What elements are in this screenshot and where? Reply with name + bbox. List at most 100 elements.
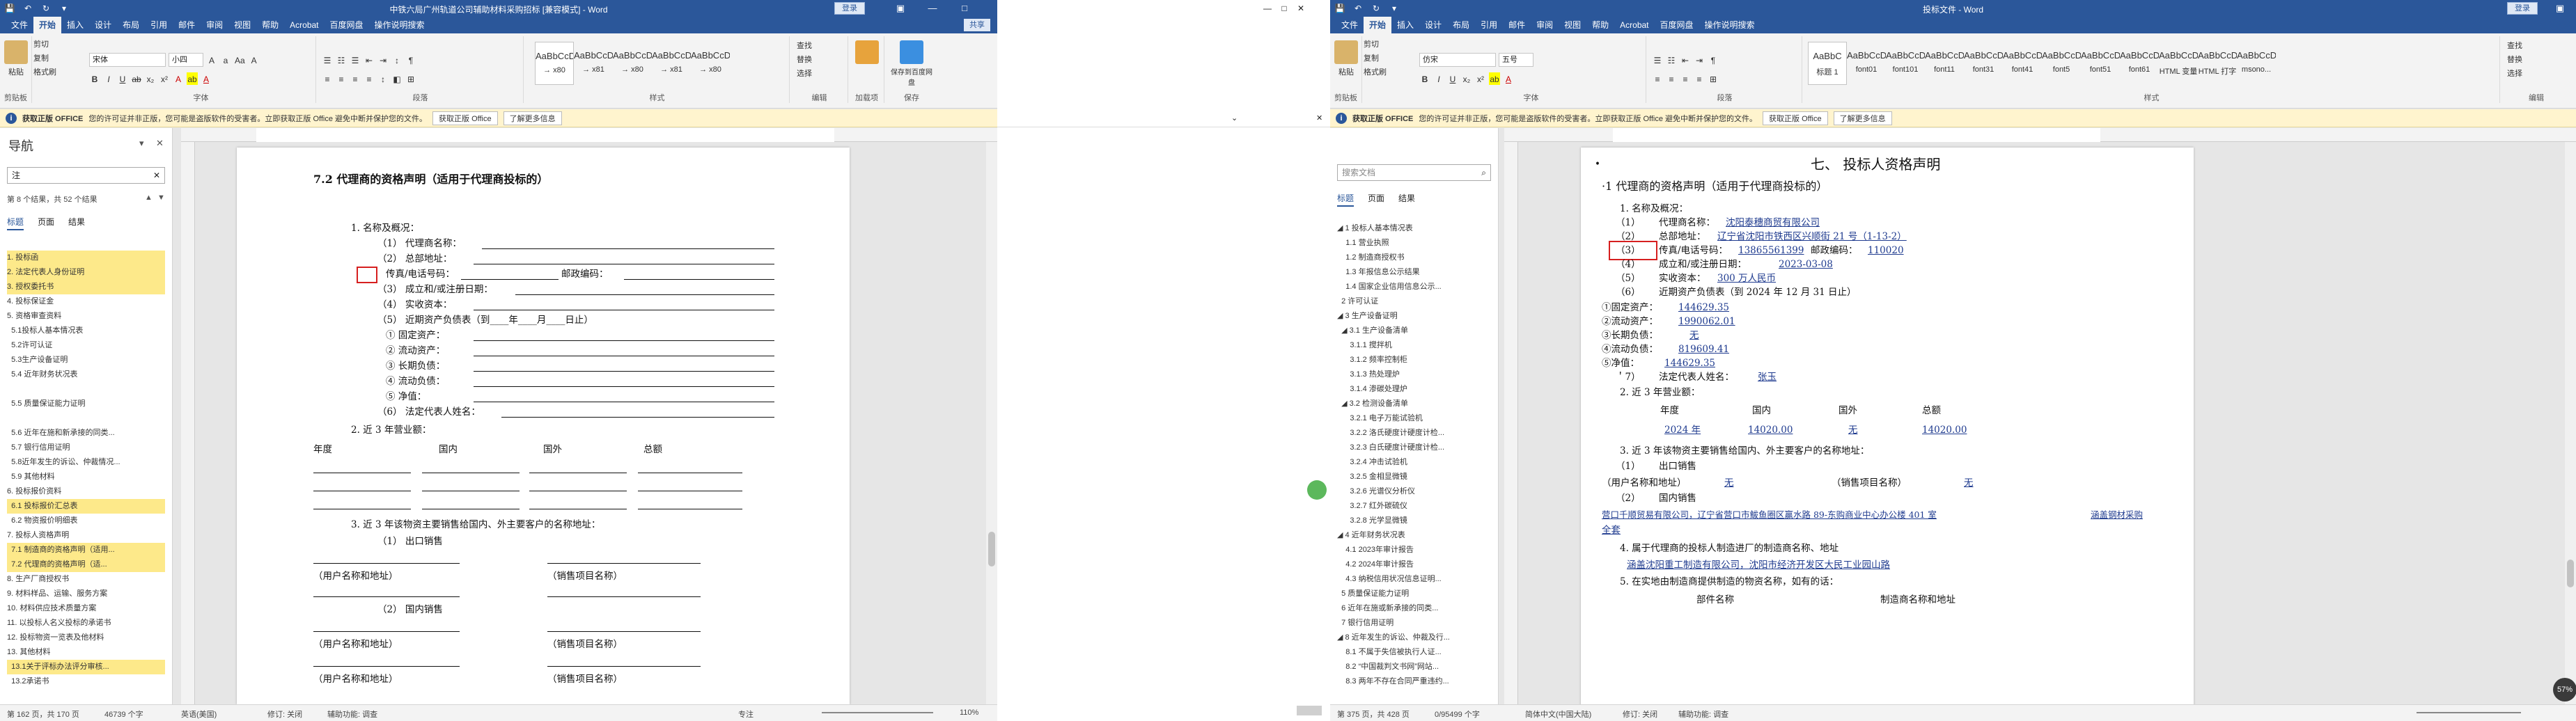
- vertical-scrollbar[interactable]: [2565, 142, 2576, 704]
- highlight-icon[interactable]: ab: [187, 72, 198, 85]
- ribbon-display-icon[interactable]: ▣: [2544, 0, 2576, 17]
- copy-button[interactable]: 复制: [1364, 52, 1414, 65]
- tab-menu-10[interactable]: Acrobat: [1614, 17, 1654, 33]
- nav-heading-item[interactable]: 13. 其他材料: [7, 645, 165, 660]
- clear-format-icon[interactable]: A: [249, 54, 260, 66]
- justify-icon[interactable]: ≡: [364, 72, 375, 85]
- line-spacing-icon[interactable]: ↕: [377, 72, 389, 85]
- nav-heading-item[interactable]: 9. 材料样品、运输、服务方案: [7, 587, 165, 601]
- superscript-icon[interactable]: x²: [159, 72, 170, 85]
- accessibility-status[interactable]: 辅助功能: 调查: [327, 708, 377, 720]
- close-icon[interactable]: ✕: [1316, 113, 1322, 122]
- nav-heading-item[interactable]: 3.2.7 红外碳硫仪: [1337, 499, 1491, 514]
- focus-mode[interactable]: 专注: [738, 708, 754, 720]
- font-size-combo[interactable]: 小四: [169, 53, 203, 67]
- justify-icon[interactable]: ≡: [1694, 72, 1705, 85]
- copy-button[interactable]: 复制: [33, 52, 84, 65]
- nav-heading-item[interactable]: 2. 法定代表人身份证明: [7, 265, 165, 280]
- italic-icon[interactable]: I: [1433, 72, 1444, 85]
- style-item[interactable]: AaBbCcDc font11: [1925, 42, 1964, 85]
- cut-button[interactable]: 剪切: [1364, 38, 1414, 52]
- nav-heading-item[interactable]: 3.1.1 搅拌机: [1337, 338, 1491, 353]
- style-item[interactable]: AaBbCcDc font51: [2081, 42, 2120, 85]
- nav-heading-item[interactable]: 6 近年在施或新承接的同类...: [1337, 601, 1491, 616]
- tab-menu-4[interactable]: 布局: [1447, 17, 1475, 33]
- nav-heading-item[interactable]: 5.7 银行信用证明: [7, 441, 165, 455]
- replace-button[interactable]: 替换: [797, 53, 812, 67]
- language[interactable]: 英语(美国): [181, 708, 217, 720]
- horizontal-ruler[interactable]: [181, 128, 997, 142]
- nav-heading-item[interactable]: 3.1.2 频率控制柜: [1337, 353, 1491, 367]
- nav-heading-item[interactable]: 10. 材料供应技术质量方案: [7, 601, 165, 616]
- learn-more-button[interactable]: 了解更多信息: [1833, 111, 1892, 125]
- zoom-badge[interactable]: 57%: [2553, 678, 2576, 702]
- nav-heading-item[interactable]: 5.6 近年在施和新承接的同类...: [7, 426, 165, 441]
- case-icon[interactable]: Aa: [234, 54, 246, 66]
- close-button[interactable]: ✕: [1293, 0, 1309, 17]
- superscript-icon[interactable]: x²: [1475, 72, 1486, 85]
- tab-menu-3[interactable]: 设计: [89, 17, 117, 33]
- login-button[interactable]: 登录: [834, 2, 865, 15]
- language[interactable]: 简体中文(中国大陆): [1525, 708, 1591, 720]
- prev-result-icon[interactable]: ▲: [145, 193, 153, 202]
- login-button[interactable]: 登录: [2507, 2, 2538, 15]
- nav-heading-item[interactable]: 3.2.2 洛氏硬度计硬度计检...: [1337, 426, 1491, 441]
- tab-menu-9[interactable]: 帮助: [1586, 17, 1614, 33]
- nav-heading-item[interactable]: 6. 投标报价资料: [7, 484, 165, 499]
- tab-menu-9[interactable]: 帮助: [256, 17, 284, 33]
- nav-heading-item[interactable]: 5.4 近年财务状况表: [7, 367, 165, 382]
- nav-heading-item[interactable]: 8. 生产厂商授权书: [7, 572, 165, 587]
- nav-heading-item[interactable]: 5.1投标人基本情况表: [7, 324, 165, 338]
- underline-icon[interactable]: U: [1447, 72, 1458, 85]
- tab-menu-12[interactable]: 操作说明搜索: [1699, 17, 1761, 33]
- align-left-icon[interactable]: ≡: [1652, 72, 1663, 85]
- font-size-combo[interactable]: 五号: [1499, 53, 1533, 67]
- tab-menu-6[interactable]: 邮件: [173, 17, 201, 33]
- nav-heading-item[interactable]: 5 质量保证能力证明: [1337, 587, 1491, 601]
- font-color-icon[interactable]: A: [1503, 72, 1514, 85]
- underline-icon[interactable]: U: [117, 72, 128, 85]
- style-item[interactable]: AaBbCcDd → x80: [613, 42, 652, 85]
- find-button[interactable]: 查找: [2507, 39, 2522, 53]
- nav-heading-item[interactable]: 1. 投标函: [7, 251, 165, 265]
- nav-heading-item[interactable]: 8.2 “中国裁判文书网”网站...: [1337, 660, 1491, 674]
- nav-heading-item[interactable]: 3. 授权委托书: [7, 280, 165, 294]
- nav-heading-item[interactable]: 2 许可认证: [1337, 294, 1491, 309]
- ribbon-display-icon[interactable]: ▣: [884, 0, 916, 17]
- bold-icon[interactable]: B: [89, 72, 100, 85]
- style-item[interactable]: AaBbCcDc font5: [2042, 42, 2081, 85]
- nav-heading-item[interactable]: 4.2 2024年审计报告: [1337, 557, 1491, 572]
- align-left-icon[interactable]: ≡: [322, 72, 333, 85]
- style-item[interactable]: AaBbCcD → x80: [535, 42, 574, 85]
- get-office-button[interactable]: 获取正版 Office: [1763, 111, 1828, 125]
- nav-heading-item[interactable]: 3.2.1 电子万能试验机: [1337, 411, 1491, 426]
- nav-heading-item[interactable]: 13.1关于评标办法评分审核...: [7, 660, 165, 674]
- style-item[interactable]: AaBbCcDc msono...: [2237, 42, 2276, 85]
- italic-icon[interactable]: I: [103, 72, 114, 85]
- multilevel-icon[interactable]: ☰: [350, 54, 361, 66]
- tab-pages[interactable]: 页面: [38, 216, 54, 230]
- format-painter-button[interactable]: 格式刷: [1364, 65, 1414, 79]
- strikethrough-icon[interactable]: ab: [131, 72, 142, 85]
- tab-menu-5[interactable]: 引用: [1475, 17, 1503, 33]
- tab-home[interactable]: 开始: [1364, 17, 1392, 33]
- select-button[interactable]: 选择: [2507, 67, 2522, 81]
- tab-headings[interactable]: 标题: [7, 216, 24, 230]
- vertical-scrollbar[interactable]: [986, 142, 997, 704]
- select-button[interactable]: 选择: [797, 67, 812, 81]
- word-count[interactable]: 46739 个字: [104, 708, 143, 720]
- paste-button[interactable]: 粘贴: [4, 40, 28, 77]
- nav-heading-item[interactable]: 12. 投标物资一览表及他材料: [7, 631, 165, 645]
- nav-search-input[interactable]: 注 ✕: [7, 167, 165, 184]
- nav-heading-item[interactable]: 13.2承诺书: [7, 674, 165, 689]
- nav-heading-item[interactable]: 6.2 物资报价明细表: [7, 514, 165, 528]
- nav-heading-item[interactable]: 3.2.3 白氏硬度计硬度计检...: [1337, 441, 1491, 455]
- baidu-save-button[interactable]: 保存到百度网盘: [889, 40, 935, 87]
- nav-heading-item[interactable]: 4.3 纳税信用状况信息证明...: [1337, 572, 1491, 587]
- tab-menu-2[interactable]: 插入: [61, 17, 89, 33]
- tab-menu-5[interactable]: 引用: [145, 17, 173, 33]
- tab-pages[interactable]: 页面: [1368, 192, 1384, 207]
- nav-heading-item[interactable]: ◢ 4 近年财务状况表: [1337, 528, 1491, 543]
- nav-heading-item[interactable]: 3.2.6 光谱仪分析仪: [1337, 484, 1491, 499]
- page-count[interactable]: 第 162 页，共 170 页: [7, 708, 79, 720]
